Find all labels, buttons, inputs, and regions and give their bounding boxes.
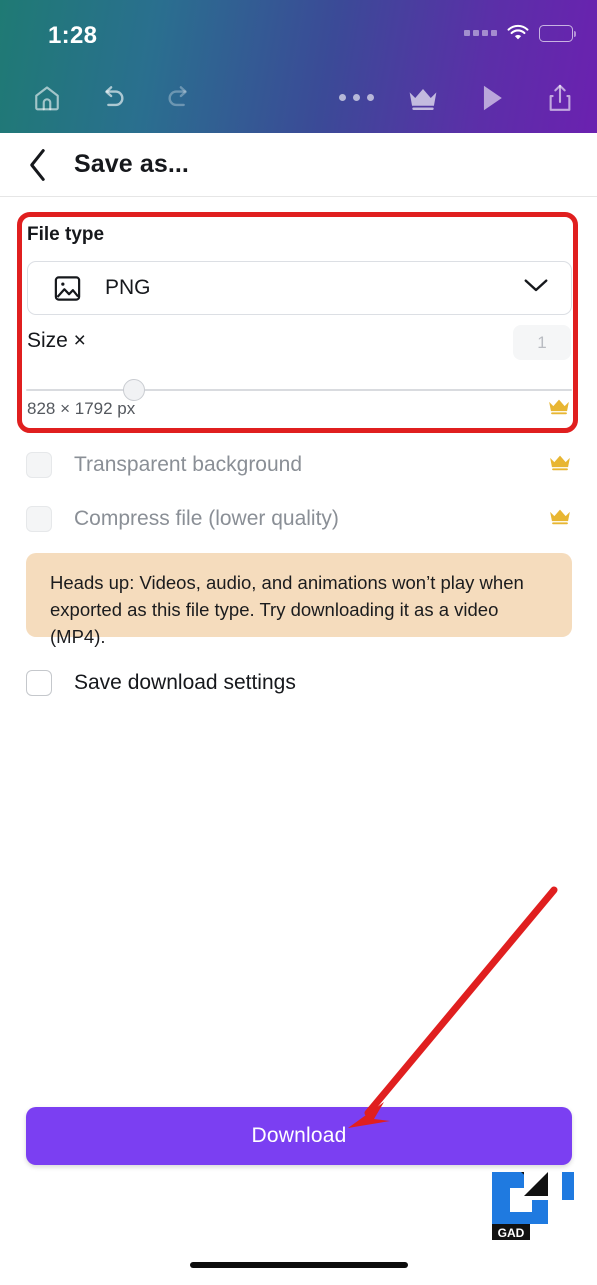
app-top-bar: 1:28: [0, 0, 597, 133]
wifi-icon: [507, 24, 529, 40]
size-value: 1: [537, 332, 547, 352]
size-value-field[interactable]: 1: [513, 325, 571, 360]
notice-banner: Heads up: Videos, audio, and animations …: [26, 553, 572, 647]
status-indicators: [464, 24, 577, 42]
share-icon[interactable]: [534, 72, 586, 124]
option-label: Compress file (lower quality): [74, 507, 339, 530]
option-label: Save download settings: [74, 671, 296, 694]
chevron-left-icon: [30, 148, 45, 181]
size-label: Size ×: [27, 329, 86, 352]
download-button-label: Download: [251, 1124, 347, 1147]
crown-icon: [548, 453, 572, 477]
phone-screen: 1:28 Save as... File type PNG Size × 1 8…: [0, 0, 597, 1285]
crown-icon: [547, 397, 571, 421]
file-type-select[interactable]: PNG: [27, 261, 572, 315]
checkbox-transparent-background[interactable]: [26, 452, 52, 478]
status-bar: 1:28: [0, 0, 597, 62]
chevron-down-icon: [523, 278, 549, 299]
play-icon[interactable]: [466, 72, 518, 124]
slider-thumb[interactable]: [123, 379, 145, 401]
checkbox-compress-file[interactable]: [26, 506, 52, 532]
signal-dots-icon: [464, 30, 497, 36]
size-slider[interactable]: [26, 379, 572, 401]
watermark-text: GAD: [498, 1226, 525, 1240]
page-header: Save as...: [0, 133, 597, 197]
more-options-icon[interactable]: [330, 72, 382, 124]
image-icon: [52, 273, 83, 304]
battery-icon: [539, 24, 577, 42]
notice-text: Heads up: Videos, audio, and animations …: [50, 572, 524, 647]
crown-icon: [548, 507, 572, 531]
option-transparent-background[interactable]: Transparent background: [26, 445, 572, 485]
home-icon[interactable]: [20, 71, 74, 125]
back-button[interactable]: [12, 133, 64, 197]
checkbox-save-download-settings[interactable]: [26, 670, 52, 696]
crown-icon[interactable]: [396, 71, 450, 125]
save-as-panel: File type PNG Size × 1 828 × 1792 px Tra…: [0, 197, 597, 1285]
page-title: Save as...: [74, 150, 189, 178]
slider-track: [26, 389, 572, 391]
watermark-logo: GAD: [492, 1172, 574, 1240]
option-compress-file[interactable]: Compress file (lower quality): [26, 499, 572, 539]
redo-icon[interactable]: [152, 71, 206, 125]
home-indicator: [190, 1262, 408, 1268]
size-dimensions: 828 × 1792 px: [27, 399, 136, 418]
file-type-label: File type: [27, 224, 105, 245]
undo-icon[interactable]: [86, 71, 140, 125]
download-button[interactable]: Download: [26, 1107, 572, 1165]
option-save-download-settings[interactable]: Save download settings: [26, 663, 572, 703]
file-type-value: PNG: [105, 276, 151, 299]
option-label: Transparent background: [74, 453, 303, 476]
status-clock: 1:28: [48, 22, 98, 49]
editor-toolbar: [0, 62, 597, 133]
